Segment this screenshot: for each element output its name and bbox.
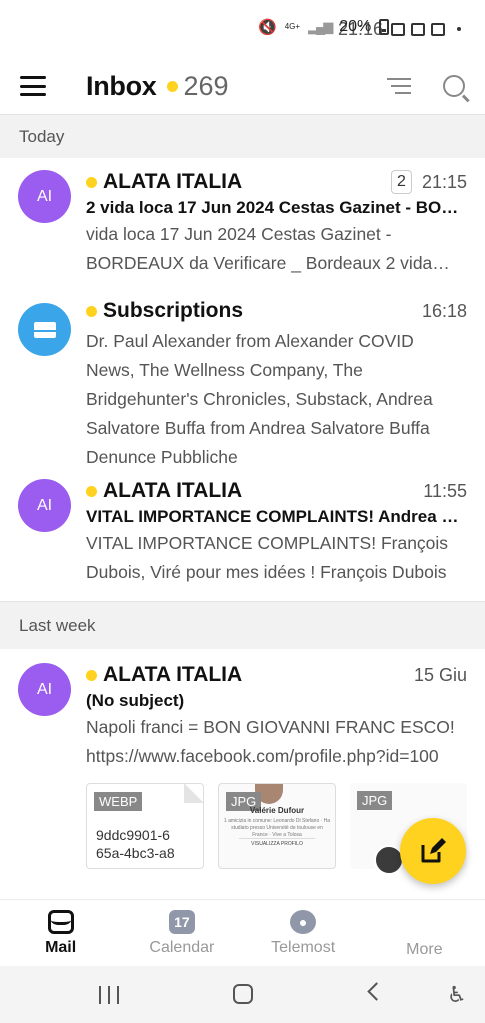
back-icon[interactable] [367,982,386,1001]
tab-telemost[interactable]: ● Telemost [243,900,364,966]
message-item[interactable]: AI ALATA ITALIA 2 21:15 2 vida loca 17 J… [0,158,485,287]
more-notifications-icon [457,27,461,31]
sort-icon[interactable] [387,78,411,94]
attachment-file[interactable]: WEBP 9ddc9901-6 65a-4bc3-a8 [86,783,204,869]
file-type-badge: JPG [357,791,393,810]
status-bar: 21:16 🔇 4G+ ▂▄▆ 20% [0,0,485,58]
calendar-icon: 17 [168,910,195,934]
unread-dot-icon [86,305,97,317]
unread-count: 269 [183,70,229,101]
mail-notification-icon [411,22,425,36]
avatar: AI [18,479,71,532]
attachment-name: 9ddc9901-6 65a-4bc3-a8 [96,827,175,861]
mute-icon: 🔇 [258,19,277,36]
message-sender: Subscriptions [103,299,244,322]
message-sender: ALATA ITALIA [103,479,243,502]
battery-icon [379,19,390,35]
message-sender: ALATA ITALIA [103,663,243,686]
page-title: Inbox [86,70,157,101]
message-subject: 2 vida loca 17 Jun 2024 Cestas Gazinet -… [86,198,467,217]
signal-icon: ▂▄▆ [308,19,333,34]
tab-label: Telemost [271,939,336,956]
gallery-notification-icon [391,22,405,36]
message-preview: vida loca 17 Jun 2024 Cestas Gazinet - B… [86,224,433,273]
unread-dot-icon [86,485,97,497]
telemost-icon: ● [290,910,317,934]
message-preview: Napoli franci = BON GIOVANNI FRANC ESCO!… [86,717,455,766]
system-navigation-bar: ♿ [0,966,485,1023]
recent-apps-icon[interactable] [99,986,119,1004]
unread-dot-icon [86,669,97,681]
message-subject: (No subject) [86,691,185,710]
unread-dot-icon [166,80,178,92]
message-sender: ALATA ITALIA [103,170,243,193]
avatar: AI [18,170,71,223]
home-icon[interactable] [233,984,253,1004]
message-item[interactable]: AI ALATA ITALIA 11:55 VITAL IMPORTANCE C… [0,475,485,601]
menu-icon[interactable] [20,76,46,96]
tab-label: More [406,941,443,958]
pencil-edit-icon [421,838,446,863]
message-time: 11:55 [423,480,467,501]
tab-more[interactable]: More [364,900,485,966]
envelope-stack-icon [33,321,56,338]
tab-calendar[interactable]: 17 Calendar [121,900,242,966]
attachment-image[interactable]: JPG Valérie Dufour 1 amicizia in comune:… [218,783,336,869]
avatar: AI [18,663,71,716]
unread-dot-icon [86,176,97,188]
mail-icon [47,910,74,934]
search-icon[interactable] [443,75,465,97]
tab-label: Mail [45,939,77,956]
thread-count-badge: 2 [391,170,412,194]
avatar [18,303,71,356]
section-header: Today [0,114,485,158]
tab-mail[interactable]: Mail [0,900,121,966]
attachment-preview-button: VISUALIZZA PROFILO [239,838,315,847]
message-subject: VITAL IMPORTANCE COMPLAINTS! Andrea Salv… [86,507,467,526]
message-time: 21:15 [421,171,467,192]
file-type-badge: WEBP [94,792,143,811]
bottom-navigation: Mail 17 Calendar ● Telemost More [0,899,485,966]
accessibility-icon[interactable]: ♿ [447,982,467,1008]
section-header: Last week [0,601,485,649]
network-type: 4G+ [284,22,301,31]
attachment-preview-text: 1 amicizia in comune: Leonardo Di Stefan… [223,818,331,838]
grid-icon [411,910,437,936]
attachment-preview-title: Valérie Dufour [249,806,305,815]
message-time: 15 Giu [413,664,467,685]
tab-label: Calendar [149,939,215,956]
message-preview: VITAL IMPORTANCE COMPLAINTS! François Du… [86,533,449,582]
gmail-notification-icon [431,22,445,36]
message-time: 16:18 [421,300,467,321]
battery-level: 20% [339,18,372,35]
message-item[interactable]: Subscriptions 16:18 Dr. Paul Alexander f… [0,287,485,475]
app-header: Inbox 269 [0,58,485,114]
message-preview: Dr. Paul Alexander from Alexander COVID … [86,331,433,467]
compose-button[interactable] [400,818,466,884]
